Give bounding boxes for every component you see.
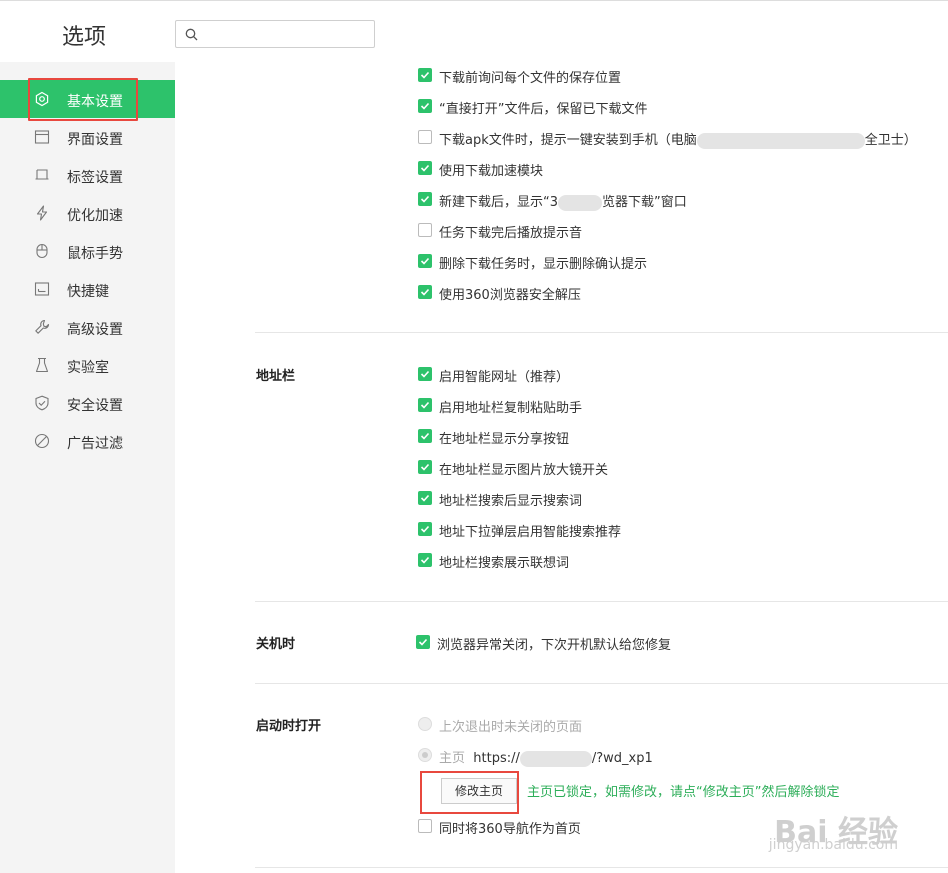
redacted-blur — [558, 194, 603, 211]
check-icon — [420, 102, 430, 110]
section-divider — [255, 601, 948, 602]
home-locked-note: 主页已锁定，如需修改，请点“修改主页”然后解除锁定 — [527, 785, 840, 800]
checkbox[interactable] — [418, 223, 432, 237]
check-icon — [420, 257, 430, 265]
sidebar-item-tab-settings[interactable]: 标签设置 — [0, 156, 175, 194]
radio-button[interactable] — [418, 748, 432, 762]
checkbox[interactable] — [418, 130, 432, 144]
sidebar-item-label: 鼠标手势 — [67, 246, 123, 262]
block-icon — [34, 433, 50, 449]
checkbox[interactable] — [418, 68, 432, 82]
settings-content: 下载前询问每个文件的保存位置 “直接打开”文件后，保留已下载文件 下载apk文件… — [175, 62, 948, 873]
sidebar-item-label: 实验室 — [67, 360, 109, 376]
sidebar-item-shortcuts[interactable]: 快捷键 — [0, 270, 175, 308]
shield-icon — [35, 395, 49, 411]
section-divider — [255, 867, 948, 868]
checkbox[interactable] — [418, 161, 432, 175]
window-icon — [34, 130, 50, 144]
option-label: 上次退出时未关闭的页面 — [439, 720, 583, 735]
option-label: 启用智能网址（推荐） — [439, 370, 570, 385]
check-icon — [420, 370, 430, 378]
title-bar: 选项 — [0, 0, 948, 62]
option-label: 主页 https:///?wd_xp1 — [439, 750, 653, 767]
check-icon — [420, 432, 430, 440]
radio-button[interactable] — [418, 717, 432, 731]
sidebar-item-label: 高级设置 — [67, 322, 123, 338]
checkbox[interactable] — [418, 285, 432, 299]
flask-icon — [35, 357, 49, 373]
sidebar-item-security[interactable]: 安全设置 — [0, 384, 175, 422]
section-divider — [255, 332, 948, 333]
sidebar-item-label: 广告过滤 — [67, 436, 123, 452]
check-icon — [420, 525, 430, 533]
option-label: 启用地址栏复制粘贴助手 — [439, 401, 583, 416]
checkbox[interactable] — [418, 553, 432, 567]
mouse-icon — [36, 243, 48, 259]
option-label: 地址下拉弹层启用智能搜索推荐 — [439, 525, 622, 540]
annotation-highlight-box — [420, 771, 519, 814]
sidebar-item-mouse-gesture[interactable]: 鼠标手势 — [0, 232, 175, 270]
sidebar: 基本设置 界面设置 标签设置 优化加速 鼠标手势 快捷键 高级设置 实验室 安全… — [0, 62, 175, 873]
redacted-blur — [696, 132, 865, 149]
section-title-address-bar: 地址栏 — [256, 369, 296, 384]
option-label: 浏览器异常关闭，下次开机默认给您修复 — [437, 638, 672, 653]
section-divider — [255, 683, 948, 684]
sidebar-item-speed[interactable]: 优化加速 — [0, 194, 175, 232]
checkbox[interactable] — [418, 254, 432, 268]
keyboard-icon — [34, 282, 50, 296]
sidebar-item-label: 界面设置 — [67, 132, 123, 148]
option-label: 同时将360导航作为首页 — [439, 822, 581, 837]
check-icon — [420, 556, 430, 564]
search-input[interactable] — [175, 20, 375, 48]
check-icon — [420, 463, 430, 471]
section-title-startup: 启动时打开 — [256, 719, 322, 734]
checkbox[interactable] — [418, 367, 432, 381]
check-icon — [420, 164, 430, 172]
check-icon — [420, 288, 430, 296]
wrench-icon — [35, 319, 50, 334]
check-icon — [420, 494, 430, 502]
check-icon — [418, 638, 428, 646]
search-icon — [185, 28, 198, 41]
lightning-icon — [36, 205, 48, 221]
tab-icon — [35, 169, 49, 180]
sidebar-item-advanced[interactable]: 高级设置 — [0, 308, 175, 346]
option-label: 下载apk文件时，提示一键安装到手机（电脑 全卫士） — [439, 132, 917, 149]
option-label: 下载前询问每个文件的保存位置 — [439, 71, 622, 86]
sidebar-item-ui-settings[interactable]: 界面设置 — [0, 118, 175, 156]
option-label: “直接打开”文件后，保留已下载文件 — [439, 102, 648, 117]
check-icon — [420, 401, 430, 409]
redacted-blur — [519, 750, 592, 767]
sidebar-item-label: 标签设置 — [67, 170, 123, 186]
checkbox[interactable] — [418, 522, 432, 536]
sidebar-item-label: 安全设置 — [67, 398, 123, 414]
checkbox[interactable] — [418, 819, 432, 833]
option-label: 地址栏搜索后显示搜索词 — [439, 494, 583, 509]
sidebar-item-label: 快捷键 — [67, 284, 109, 300]
check-icon — [420, 195, 430, 203]
page-title: 选项 — [62, 25, 107, 50]
option-label: 在地址栏显示分享按钮 — [439, 432, 570, 447]
checkbox[interactable] — [418, 429, 432, 443]
option-label: 删除下载任务时，显示删除确认提示 — [439, 257, 648, 272]
sidebar-item-label: 优化加速 — [67, 208, 123, 224]
option-label: 使用下载加速模块 — [439, 164, 544, 179]
checkbox[interactable] — [418, 460, 432, 474]
checkbox[interactable] — [418, 398, 432, 412]
option-label: 地址栏搜索展示联想词 — [439, 556, 570, 571]
checkbox[interactable] — [418, 192, 432, 206]
annotation-highlight-box — [28, 78, 138, 121]
checkbox[interactable] — [418, 99, 432, 113]
option-label: 新建下载后，显示“3 览器下载”窗口 — [439, 194, 687, 211]
section-title-shutdown: 关机时 — [256, 637, 296, 652]
sidebar-item-lab[interactable]: 实验室 — [0, 346, 175, 384]
checkbox[interactable] — [418, 491, 432, 505]
checkbox[interactable] — [416, 635, 430, 649]
option-label: 在地址栏显示图片放大镜开关 — [439, 463, 609, 478]
sidebar-item-ad-filter[interactable]: 广告过滤 — [0, 422, 175, 460]
check-icon — [420, 71, 430, 79]
option-label: 任务下载完后播放提示音 — [439, 226, 583, 241]
watermark-url: jingyan.baidu.com — [768, 837, 898, 853]
option-label: 使用360浏览器安全解压 — [439, 288, 581, 303]
